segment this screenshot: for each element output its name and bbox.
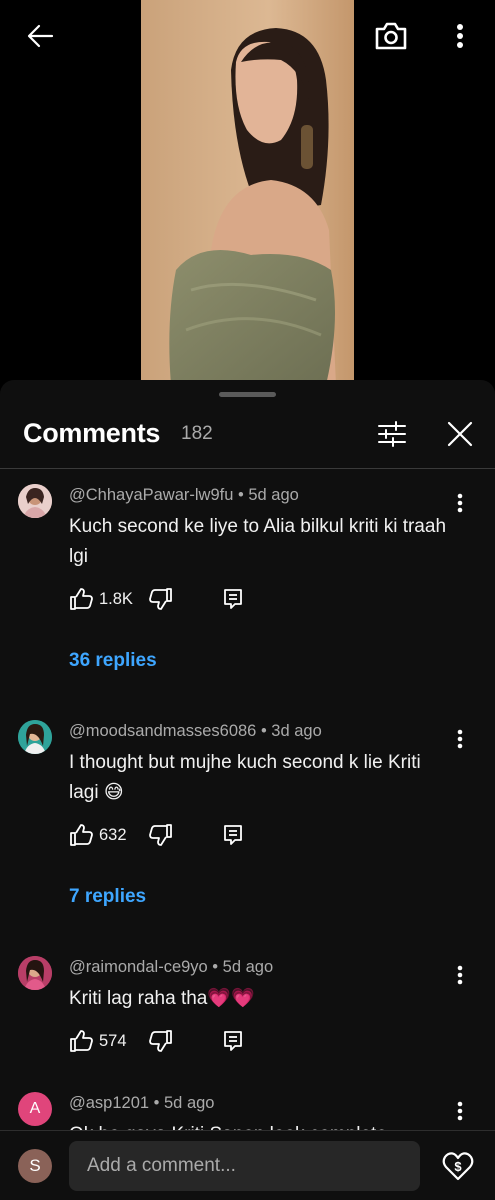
svg-text:$: $ bbox=[454, 1159, 462, 1174]
back-button[interactable] bbox=[18, 14, 62, 58]
dislike-button[interactable] bbox=[147, 820, 175, 850]
comments-count: 182 bbox=[181, 423, 213, 444]
reply-button[interactable] bbox=[219, 1026, 247, 1056]
comment-text: I thought but mujhe kuch second k lie Kr… bbox=[69, 752, 421, 803]
avatar-letter: A bbox=[29, 1100, 41, 1117]
thumbs-up-icon bbox=[70, 824, 93, 846]
filter-sliders-icon bbox=[378, 421, 406, 447]
avatar[interactable]: A bbox=[18, 1092, 52, 1126]
close-comments-button[interactable] bbox=[438, 414, 482, 454]
comments-header: Comments 182 bbox=[0, 402, 495, 468]
reply-button[interactable] bbox=[219, 584, 247, 614]
more-vertical-icon bbox=[457, 965, 463, 985]
camera-button[interactable] bbox=[369, 14, 413, 58]
comment-author-time: @asp1201 • 5d ago bbox=[69, 1094, 215, 1112]
camera-icon bbox=[375, 22, 407, 50]
more-vertical-icon bbox=[457, 24, 463, 48]
avatar[interactable] bbox=[18, 956, 52, 990]
comment-author-time: @raimondal-ce9yo • 5d ago bbox=[69, 958, 274, 976]
comment-more-button[interactable] bbox=[447, 724, 473, 754]
reply-comment-icon bbox=[224, 589, 242, 609]
video-thumbnail bbox=[141, 0, 354, 385]
like-count: 632 bbox=[99, 825, 127, 844]
view-replies-link[interactable]: 36 replies bbox=[69, 650, 157, 672]
thumbs-up-icon bbox=[70, 588, 93, 610]
comment-item: @moodsandmasses6086 • 3d ago I thought b… bbox=[0, 720, 495, 920]
comment-more-button[interactable] bbox=[447, 960, 473, 990]
more-vertical-icon bbox=[457, 493, 463, 513]
like-count: 574 bbox=[99, 1031, 127, 1050]
thumbs-down-icon bbox=[149, 588, 172, 610]
comments-panel: Comments 182 @ChhayaPawar-lw9fu • 5d ago… bbox=[0, 380, 495, 1200]
user-avatar[interactable]: S bbox=[18, 1149, 52, 1183]
user-avatar-letter: S bbox=[29, 1156, 41, 1175]
reply-comment-icon bbox=[224, 825, 242, 845]
drag-handle[interactable] bbox=[219, 392, 276, 397]
video-player[interactable] bbox=[0, 0, 495, 385]
view-replies-link[interactable]: 7 replies bbox=[69, 886, 146, 908]
like-button[interactable]: 574 bbox=[69, 1026, 127, 1056]
dislike-button[interactable] bbox=[147, 584, 175, 614]
thumbs-up-icon bbox=[70, 1030, 93, 1052]
comment-author-time: @ChhayaPawar-lw9fu • 5d ago bbox=[69, 486, 299, 504]
like-button[interactable]: 1.8K bbox=[69, 584, 133, 614]
dislike-button[interactable] bbox=[147, 1026, 175, 1056]
thumbs-down-icon bbox=[149, 1030, 172, 1052]
comment-composer: S $ bbox=[0, 1130, 495, 1200]
comment-actions: 574 bbox=[69, 1026, 269, 1056]
comments-title: Comments bbox=[23, 418, 161, 448]
comment-text: Kriti lag raha tha💗💗 bbox=[69, 988, 255, 1009]
comment-actions: 1.8K bbox=[69, 584, 269, 614]
close-icon bbox=[447, 421, 473, 447]
like-button[interactable]: 632 bbox=[69, 820, 127, 850]
comment-actions: 632 bbox=[69, 820, 269, 850]
more-vertical-icon bbox=[457, 729, 463, 749]
comment-more-button[interactable] bbox=[447, 1096, 473, 1126]
reply-comment-icon bbox=[224, 1031, 242, 1051]
comment-author-time: @moodsandmasses6086 • 3d ago bbox=[69, 722, 322, 740]
comment-more-button[interactable] bbox=[447, 488, 473, 518]
back-arrow-icon bbox=[27, 24, 54, 48]
sort-filter-button[interactable] bbox=[370, 414, 414, 454]
more-options-button[interactable] bbox=[438, 14, 482, 58]
avatar[interactable] bbox=[18, 484, 52, 518]
comment-item: @ChhayaPawar-lw9fu • 5d ago Kuch second … bbox=[0, 484, 495, 684]
more-vertical-icon bbox=[457, 1101, 463, 1121]
header-divider bbox=[0, 468, 495, 469]
add-comment-input[interactable] bbox=[69, 1141, 420, 1191]
comment-text: Kuch second ke liye to Alia bilkul kriti… bbox=[69, 516, 447, 567]
thumbs-down-icon bbox=[149, 824, 172, 846]
heart-dollar-icon: $ bbox=[442, 1152, 474, 1181]
reply-button[interactable] bbox=[219, 820, 247, 850]
comment-item: @raimondal-ce9yo • 5d ago Kriti lag raha… bbox=[0, 956, 495, 1076]
like-count: 1.8K bbox=[99, 589, 133, 608]
avatar[interactable] bbox=[18, 720, 52, 754]
super-thanks-button[interactable]: $ bbox=[438, 1145, 478, 1187]
